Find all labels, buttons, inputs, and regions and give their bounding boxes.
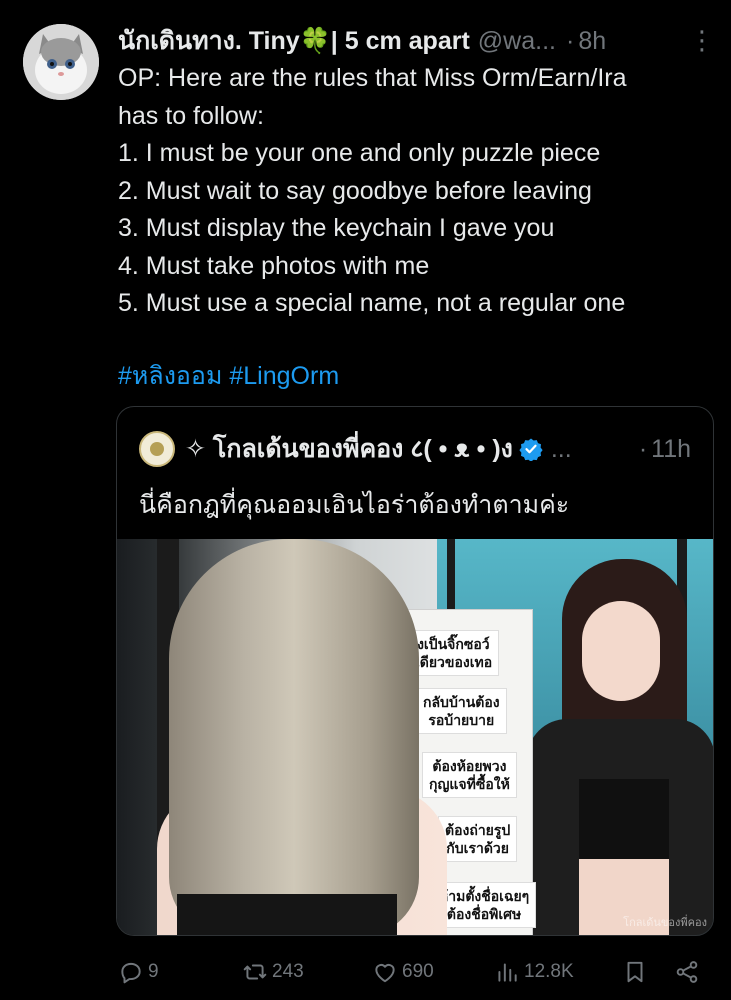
author-display-name[interactable]: นักเดินทาง. Tiny🍀| 5 cm apart bbox=[118, 21, 470, 61]
author-handle[interactable]: @wa... bbox=[478, 27, 556, 56]
like-button[interactable]: 690 bbox=[372, 956, 434, 988]
view-count: 12.8K bbox=[524, 961, 574, 982]
reply-icon bbox=[121, 962, 141, 984]
post-header: นักเดินทาง. Tiny🍀| 5 cm apart @wa... · 8… bbox=[118, 21, 715, 61]
share-icon bbox=[676, 961, 698, 983]
person-top bbox=[177, 894, 397, 935]
heart-icon bbox=[375, 964, 395, 983]
views-button[interactable]: 12.8K bbox=[494, 956, 574, 988]
board-label: ห้ามตั้งชื่อเฉยๆ ต้องชื่อพิเศษ bbox=[433, 883, 536, 927]
quoted-post-time[interactable]: 11h bbox=[651, 435, 691, 464]
more-options-icon[interactable]: ⋮ bbox=[689, 26, 715, 54]
quoted-author-avatar[interactable] bbox=[139, 431, 175, 467]
body-line: OP: Here are the rules that Miss Orm/Ear… bbox=[118, 64, 627, 92]
board-label: ต้องถ่ายรูป กับเราด้วย bbox=[439, 817, 517, 861]
verified-badge-icon bbox=[519, 438, 543, 461]
woman-top bbox=[579, 779, 669, 859]
like-count: 690 bbox=[402, 961, 434, 982]
post-time[interactable]: 8h bbox=[578, 27, 606, 56]
repost-count: 243 bbox=[272, 961, 304, 982]
body-line: 4. Must take photos with me bbox=[118, 251, 430, 280]
repost-button[interactable]: 243 bbox=[242, 956, 304, 988]
person-hair bbox=[169, 539, 419, 935]
body-line: 1. I must be your one and only puzzle pi… bbox=[118, 139, 601, 167]
bookmark-button[interactable] bbox=[622, 956, 652, 988]
body-line: has to follow: bbox=[118, 101, 264, 130]
body-line: 2. Must wait to say goodbye before leavi… bbox=[118, 176, 592, 205]
reply-button[interactable]: 9 bbox=[118, 956, 159, 988]
board-label: ต้องห้อยพวง กุญแจที่ซื้อให้ bbox=[423, 753, 516, 797]
share-button[interactable] bbox=[674, 956, 704, 988]
quoted-post-header: ✧ โกลเด้นของพี่คอง ८( • ᴥ • )ง ... · 11h bbox=[139, 429, 691, 469]
action-bar: 9 243 690 12.8K bbox=[118, 956, 700, 988]
hashtag-link[interactable]: #หลิงออม bbox=[118, 362, 222, 390]
body-line: 3. Must display the keychain I gave you bbox=[118, 214, 555, 242]
quoted-time-separator: · bbox=[638, 434, 648, 463]
author-avatar[interactable] bbox=[23, 24, 99, 100]
cat-avatar-icon bbox=[23, 24, 99, 100]
time-separator: · bbox=[565, 26, 575, 55]
woman-face bbox=[582, 601, 660, 701]
bookmark-icon bbox=[627, 961, 643, 983]
reply-count: 9 bbox=[148, 961, 159, 982]
quoted-post[interactable]: ✧ โกลเด้นของพี่คอง ८( • ᴥ • )ง ... · 11h… bbox=[116, 406, 714, 936]
hashtags: #หลิงออม #LingOrm bbox=[118, 358, 339, 395]
hashtag-link[interactable]: #LingOrm bbox=[229, 362, 339, 390]
quoted-post-text: นี่คือกฎที่คุณออมเอินไอร่าต้องทำตามค่ะ bbox=[139, 491, 570, 519]
body-line: 5. Must use a special name, not a regula… bbox=[118, 289, 626, 317]
post[interactable]: นักเดินทาง. Tiny🍀| 5 cm apart @wa... · 8… bbox=[0, 0, 731, 1000]
post-body: OP: Here are the rules that Miss Orm/Ear… bbox=[118, 60, 718, 323]
quoted-name-truncation: ... bbox=[550, 434, 572, 463]
quoted-post-image[interactable]: ต้องเป็นจิ๊กซอว์ อันเดียวของเทอ กลับบ้านต… bbox=[117, 539, 713, 935]
views-bar-chart-icon bbox=[498, 963, 517, 982]
image-watermark: โกลเด้นของพี่คอง bbox=[623, 917, 707, 929]
board-label: กลับบ้านต้อง รอบ้ายบาย bbox=[417, 689, 506, 733]
repost-icon bbox=[243, 964, 267, 980]
quoted-author-name[interactable]: ✧ โกลเด้นของพี่คอง ८( • ᴥ • )ง bbox=[185, 429, 513, 469]
